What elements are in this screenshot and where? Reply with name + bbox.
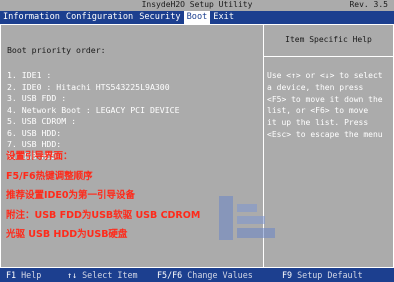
footer-select: ↑↓ Select Item xyxy=(67,268,138,282)
title-bar: InsydeH2O Setup Utility Rev. 3.5 xyxy=(0,0,394,11)
menu-information[interactable]: Information xyxy=(0,11,63,24)
footer-help: F1 Help xyxy=(6,268,41,282)
key-f9-desc: Setup Default xyxy=(297,270,363,280)
key-f1-desc: Help xyxy=(21,270,42,280)
annotation-line: 光驱 USB HDD为USB硬盘 xyxy=(6,229,128,240)
help-line: it up the list. Press xyxy=(267,118,369,128)
menu-configuration[interactable]: Configuration xyxy=(63,11,136,24)
revision-label: Rev. 3.5 xyxy=(349,0,388,9)
window-title: InsydeH2O Setup Utility xyxy=(141,0,253,9)
annotation-line: 推荐设置IDE0为第一引导设备 xyxy=(6,190,136,201)
help-line: a device, then press xyxy=(267,82,364,92)
help-line: <F5> to move it down the xyxy=(267,94,383,104)
key-arrows-desc: Select Item xyxy=(82,270,138,280)
annotation-line: 设置引导界面： xyxy=(6,151,73,162)
boot-item-6[interactable]: 6. USB HDD: xyxy=(7,128,180,140)
help-line: list, or <F6> to move xyxy=(267,106,369,116)
key-f5f6: F5/F6 xyxy=(157,270,183,280)
annotation-overlay: 设置引导界面： F5/F6热键调整顺序 推荐设置IDE0为第一引导设备 附注：U… xyxy=(6,147,200,245)
key-f5f6-desc: Change Values xyxy=(187,270,253,280)
key-arrows: ↑↓ xyxy=(67,270,78,280)
help-divider xyxy=(264,56,393,57)
boot-item-3[interactable]: 3. USB FDD : xyxy=(7,93,180,105)
menu-exit[interactable]: Exit xyxy=(210,11,237,24)
menu-boot[interactable]: Boot xyxy=(183,11,211,24)
footer-default: F9 Setup Default xyxy=(282,268,363,282)
annotation-line: F5/F6热键调整顺序 xyxy=(6,170,93,182)
boot-item-2[interactable]: 2. IDE0 : Hitachi HTS543225L9A300 xyxy=(7,82,180,94)
menu-bar: Information Configuration Security Boot … xyxy=(0,11,394,24)
key-f1: F1 xyxy=(6,270,17,280)
watermark-logo xyxy=(219,196,275,240)
key-f9: F9 xyxy=(282,270,293,280)
footer-bar: F1 Help ↑↓ Select Item F5/F6 Change Valu… xyxy=(0,268,394,282)
footer-change: F5/F6 Change Values xyxy=(157,268,253,282)
boot-item-1[interactable]: 1. IDE1 : xyxy=(7,70,180,82)
boot-item-5[interactable]: 5. USB CDROM : xyxy=(7,116,180,128)
help-title: Item Specific Help xyxy=(285,35,372,44)
annotation-line: 附注：USB FDD为USB软驱 USB CDROM xyxy=(6,209,201,221)
help-line: <Esc> to escape the menu xyxy=(267,129,383,139)
menu-security[interactable]: Security xyxy=(136,11,183,24)
help-text: Use <↑> or <↓> to select a device, then … xyxy=(267,70,393,141)
help-line: Use <↑> or <↓> to select xyxy=(267,71,383,80)
boot-item-4[interactable]: 4. Network Boot : LEGACY PCI DEVICE xyxy=(7,105,180,117)
boot-section-title: Boot priority order: xyxy=(7,45,106,55)
